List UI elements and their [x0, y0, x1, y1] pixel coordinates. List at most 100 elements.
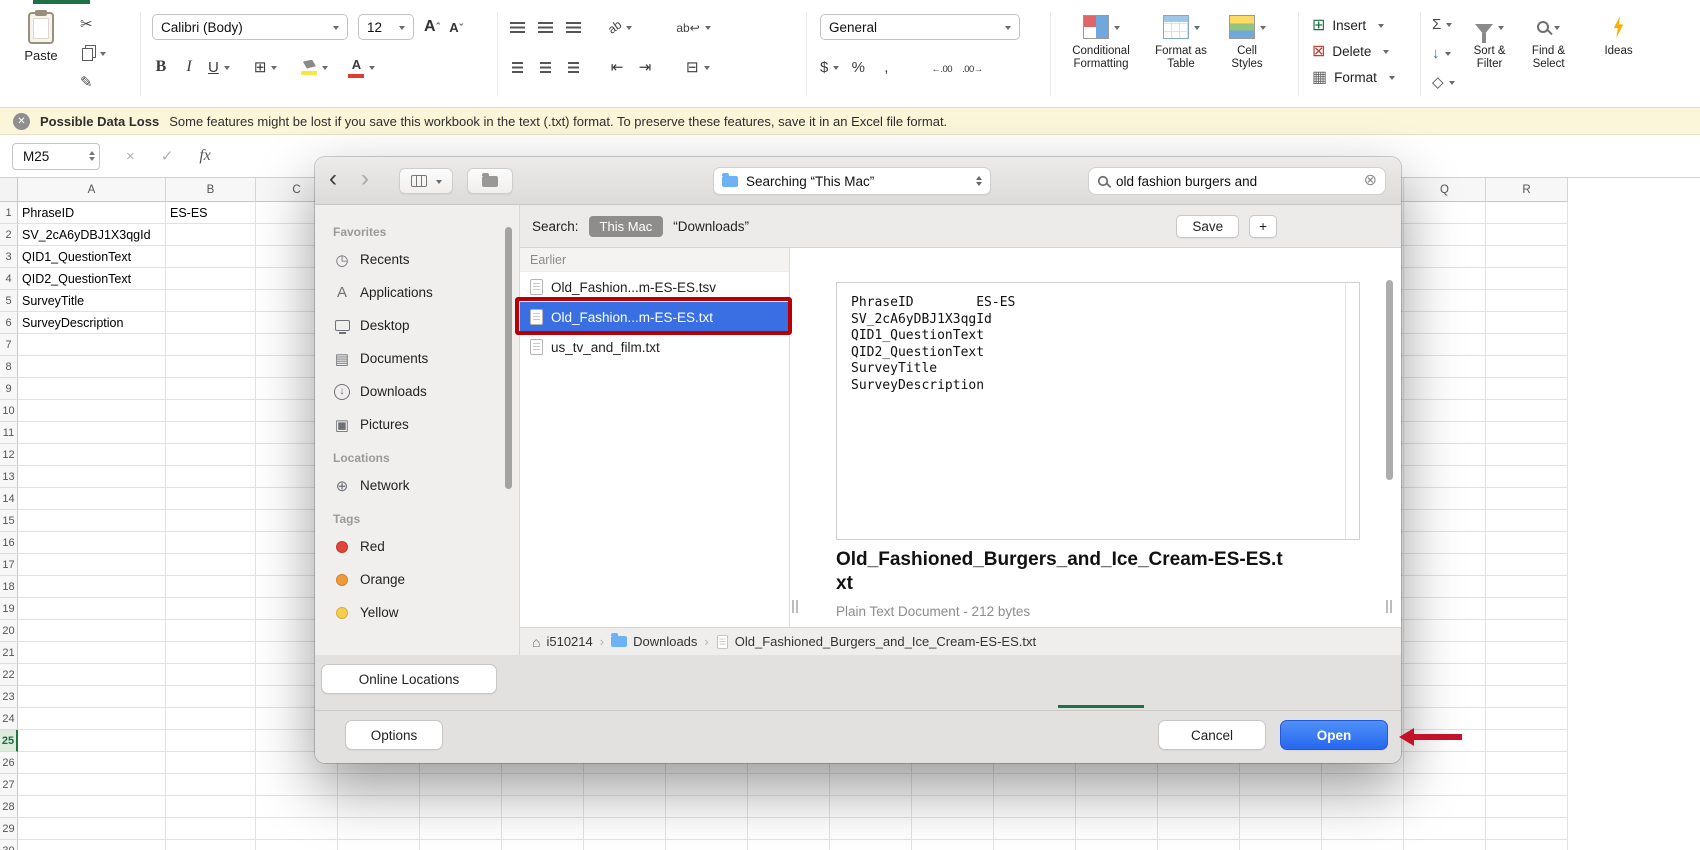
- cell-J29[interactable]: [830, 818, 912, 840]
- font-size-select[interactable]: 12: [358, 14, 414, 40]
- format-button[interactable]: Format: [1312, 64, 1395, 90]
- cell-B19[interactable]: [166, 598, 256, 620]
- open-button[interactable]: Open: [1280, 720, 1388, 750]
- cell-D27[interactable]: [338, 774, 420, 796]
- fill-button[interactable]: [1432, 41, 1455, 65]
- cell-A24[interactable]: [18, 708, 166, 730]
- decrease-indent-button[interactable]: [608, 54, 626, 80]
- cell-A17[interactable]: [18, 554, 166, 576]
- decrease-decimal-button[interactable]: [962, 54, 983, 80]
- cell-A12[interactable]: [18, 444, 166, 466]
- cell-R1[interactable]: [1486, 202, 1568, 224]
- cell-K30[interactable]: [912, 840, 994, 850]
- cell-styles-button[interactable]: Cell Styles: [1222, 12, 1272, 71]
- cell-B30[interactable]: [166, 840, 256, 850]
- cell-D28[interactable]: [338, 796, 420, 818]
- cell-R23[interactable]: [1486, 686, 1568, 708]
- cell-Q3[interactable]: [1404, 246, 1486, 268]
- row-header-3[interactable]: 3: [0, 246, 18, 268]
- cell-B11[interactable]: [166, 422, 256, 444]
- cell-A8[interactable]: [18, 356, 166, 378]
- cell-Q26[interactable]: [1404, 752, 1486, 774]
- row-header-22[interactable]: 22: [0, 664, 18, 686]
- cell-B22[interactable]: [166, 664, 256, 686]
- percent-format-button[interactable]: %: [849, 54, 867, 80]
- cell-B15[interactable]: [166, 510, 256, 532]
- ideas-button[interactable]: Ideas: [1599, 12, 1639, 94]
- file-row[interactable]: us_tv_and_film.txt: [520, 332, 789, 362]
- cell-Q30[interactable]: [1404, 840, 1486, 850]
- cell-H30[interactable]: [666, 840, 748, 850]
- dialog-scrollbar[interactable]: [1386, 280, 1393, 480]
- sidebar-item-recents[interactable]: ◷ Recents: [315, 243, 519, 276]
- clear-button[interactable]: [1432, 70, 1455, 94]
- new-folder-button[interactable]: [467, 168, 513, 194]
- increase-font-size-button[interactable]: A: [424, 18, 439, 36]
- cell-A3[interactable]: QID1_QuestionText: [18, 246, 166, 268]
- paste-button[interactable]: Paste: [14, 12, 68, 94]
- cell-H29[interactable]: [666, 818, 748, 840]
- cell-Q28[interactable]: [1404, 796, 1486, 818]
- add-scope-button[interactable]: +: [1249, 214, 1277, 238]
- cell-B20[interactable]: [166, 620, 256, 642]
- sidebar-scrollbar[interactable]: [505, 227, 512, 489]
- cell-A10[interactable]: [18, 400, 166, 422]
- number-format-select[interactable]: General: [820, 14, 1020, 40]
- cell-B13[interactable]: [166, 466, 256, 488]
- search-field[interactable]: [1088, 167, 1386, 195]
- scope-downloads-button[interactable]: “Downloads”: [673, 219, 749, 234]
- cell-M27[interactable]: [1076, 774, 1158, 796]
- cell-G28[interactable]: [584, 796, 666, 818]
- cell-R26[interactable]: [1486, 752, 1568, 774]
- cut-button[interactable]: [80, 12, 106, 36]
- sidebar-item-applications[interactable]: A Applications: [315, 276, 519, 309]
- italic-button[interactable]: I: [180, 54, 198, 80]
- cell-B28[interactable]: [166, 796, 256, 818]
- cell-B12[interactable]: [166, 444, 256, 466]
- row-header-19[interactable]: 19: [0, 598, 18, 620]
- row-header-15[interactable]: 15: [0, 510, 18, 532]
- cell-R15[interactable]: [1486, 510, 1568, 532]
- underline-button[interactable]: U: [208, 54, 230, 80]
- autosum-button[interactable]: Σ: [1432, 12, 1455, 36]
- cell-A25[interactable]: [18, 730, 166, 752]
- path-item[interactable]: Old_Fashioned_Burgers_and_Ice_Cream-ES-E…: [716, 634, 1036, 650]
- column-header-A[interactable]: A: [18, 178, 166, 202]
- cell-Q4[interactable]: [1404, 268, 1486, 290]
- cell-R4[interactable]: [1486, 268, 1568, 290]
- cell-E28[interactable]: [420, 796, 502, 818]
- options-button[interactable]: Options: [345, 720, 443, 750]
- name-box[interactable]: M25: [12, 142, 100, 170]
- cell-B23[interactable]: [166, 686, 256, 708]
- comma-format-button[interactable]: ,: [877, 54, 895, 80]
- cell-Q27[interactable]: [1404, 774, 1486, 796]
- cell-H28[interactable]: [666, 796, 748, 818]
- cell-Q14[interactable]: [1404, 488, 1486, 510]
- cell-A23[interactable]: [18, 686, 166, 708]
- align-bottom-button[interactable]: [564, 14, 582, 40]
- view-options-button[interactable]: [399, 168, 453, 194]
- row-header-28[interactable]: 28: [0, 796, 18, 818]
- save-search-button[interactable]: Save: [1176, 214, 1240, 238]
- cell-R30[interactable]: [1486, 840, 1568, 850]
- cell-D29[interactable]: [338, 818, 420, 840]
- cell-K27[interactable]: [912, 774, 994, 796]
- cell-C28[interactable]: [256, 796, 338, 818]
- cell-Q5[interactable]: [1404, 290, 1486, 312]
- cell-Q12[interactable]: [1404, 444, 1486, 466]
- search-scope-select[interactable]: Searching “This Mac”: [713, 167, 991, 195]
- cell-A5[interactable]: SurveyTitle: [18, 290, 166, 312]
- cell-R19[interactable]: [1486, 598, 1568, 620]
- row-header-25[interactable]: 25: [0, 730, 18, 752]
- cell-Q6[interactable]: [1404, 312, 1486, 334]
- cell-B21[interactable]: [166, 642, 256, 664]
- row-header-9[interactable]: 9: [0, 378, 18, 400]
- confirm-entry-icon[interactable]: ✓: [161, 147, 174, 165]
- cell-A18[interactable]: [18, 576, 166, 598]
- cell-M29[interactable]: [1076, 818, 1158, 840]
- cell-A6[interactable]: SurveyDescription: [18, 312, 166, 334]
- cell-B8[interactable]: [166, 356, 256, 378]
- cell-Q18[interactable]: [1404, 576, 1486, 598]
- cell-R3[interactable]: [1486, 246, 1568, 268]
- row-header-5[interactable]: 5: [0, 290, 18, 312]
